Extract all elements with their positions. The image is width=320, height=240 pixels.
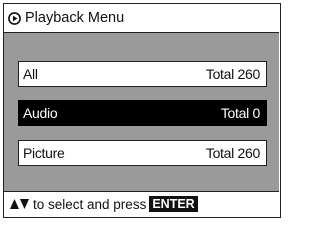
title-bar: Playback Menu	[4, 4, 279, 32]
menu-panel: All Total 260 Audio Total 0 Picture Tota…	[4, 32, 279, 192]
menu-item-count: Total 260	[205, 145, 260, 161]
menu-item-audio[interactable]: Audio Total 0	[18, 100, 267, 126]
footer-hint-text: to select and press	[33, 196, 147, 212]
play-circle-icon	[8, 11, 21, 25]
menu-item-picture[interactable]: Picture Total 260	[18, 140, 267, 166]
menu-item-label: All	[23, 66, 38, 82]
playback-menu-window: Playback Menu All Total 260 Audio Total …	[3, 3, 281, 218]
enter-key-badge: ENTER	[149, 196, 198, 212]
footer-hint-bar: to select and press ENTER	[4, 192, 279, 216]
menu-item-all[interactable]: All Total 260	[18, 61, 267, 87]
menu-item-count: Total 260	[205, 66, 260, 82]
menu-title: Playback Menu	[25, 10, 125, 26]
up-down-arrows-icon	[10, 198, 30, 210]
menu-item-label: Audio	[23, 105, 58, 121]
menu-item-count: Total 0	[220, 105, 260, 121]
menu-item-label: Picture	[23, 145, 65, 161]
